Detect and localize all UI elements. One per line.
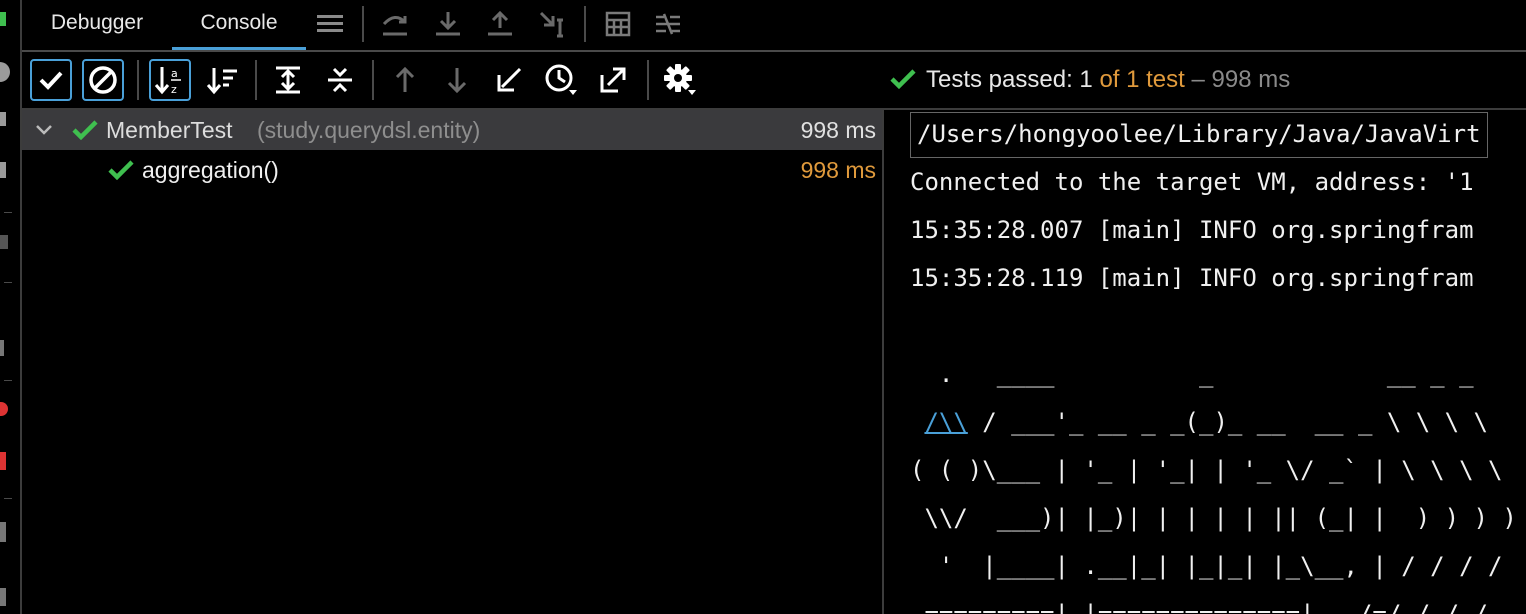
play-icon[interactable] [0, 235, 8, 249]
next-failed-test-button[interactable] [436, 59, 478, 101]
status-duration: – 998 ms [1191, 66, 1291, 93]
run-icon[interactable] [0, 12, 6, 26]
test-runner-toolbar: az Tests passed: 1 of 1 test – 998 ms [22, 52, 1526, 110]
sort-alphabetically-button[interactable]: az [149, 59, 191, 101]
strip-divider [4, 380, 12, 381]
test-status: Tests passed: 1 of 1 test – 998 ms [890, 52, 1290, 108]
tree-row-aggregation[interactable]: aggregation() 998 ms [22, 150, 882, 190]
import-tests-icon [497, 67, 522, 92]
banner-line: \\/ ___)| |_)| | | | | || (_| | ) ) ) ) [910, 504, 1517, 532]
banner-line-rest: / ___'_ __ _ _(_)_ __ __ _ \ \ \ \ [967, 408, 1488, 436]
mute-breakpoints-icon[interactable] [0, 452, 6, 470]
test-results-tree: MemberTest (study.querydsl.entity) 998 m… [22, 110, 882, 614]
export-icon [600, 67, 626, 93]
show-passed-button[interactable] [30, 59, 72, 101]
banner-line: =========|_|==============|___/=/_/_/_/ [910, 600, 1488, 614]
test-duration: 998 ms [800, 117, 876, 143]
import-tests-button[interactable] [488, 59, 530, 101]
stop-icon[interactable] [0, 62, 10, 82]
rerun-icon[interactable] [0, 112, 6, 126]
console-link[interactable]: /\\ [924, 408, 967, 436]
tab-debugger[interactable]: Debugger [22, 0, 172, 50]
svg-text:a: a [171, 67, 178, 80]
settings-icon [664, 64, 696, 95]
run-to-cursor-icon[interactable] [537, 8, 569, 40]
banner-line: ( ( )\___ | '_ | '_| | '_ \/ _` | \ \ \ … [910, 456, 1503, 484]
next-failed-icon [447, 68, 467, 94]
pass-check-icon [72, 120, 98, 140]
toolbar-separator [137, 60, 139, 100]
status-total: of 1 test [1099, 66, 1185, 93]
banner-line: ' |____| .__|_| |_|_| |_\__, | / / / / [910, 552, 1503, 580]
breakpoint-icon[interactable] [0, 402, 8, 416]
pause-icon[interactable] [0, 340, 4, 356]
show-ignored-icon [89, 66, 117, 94]
test-duration: 998 ms [800, 157, 876, 183]
tree-row-member-test[interactable]: MemberTest (study.querydsl.entity) 998 m… [22, 110, 882, 150]
settings-icon[interactable] [0, 588, 6, 606]
test-settings-button[interactable] [659, 59, 701, 101]
strip-divider [4, 498, 12, 499]
toolbar-separator [255, 60, 257, 100]
toolbar-separator [584, 6, 586, 42]
step-into-icon[interactable] [432, 8, 464, 40]
sort-by-duration-button[interactable] [202, 59, 244, 101]
resume-icon[interactable] [0, 162, 6, 178]
step-out-icon[interactable] [484, 8, 516, 40]
trace-icon[interactable] [652, 8, 684, 40]
console-line: 15:35:28.007 [main] INFO org.springfram [910, 216, 1474, 244]
left-tool-strip [0, 0, 22, 614]
history-icon [545, 64, 577, 95]
strip-divider [4, 282, 12, 283]
expand-all-icon [276, 66, 300, 94]
console-line: 15:35:28.119 [main] INFO org.springfram [910, 264, 1474, 292]
toolbar-separator [362, 6, 364, 42]
toolbar-separator [647, 60, 649, 100]
pass-check-icon [890, 69, 916, 90]
step-over-icon[interactable] [379, 8, 411, 40]
show-ignored-button[interactable] [82, 59, 124, 101]
show-passed-icon [39, 71, 63, 90]
sort-alpha-icon: az [154, 67, 181, 96]
status-passed-count: Tests passed: 1 [926, 66, 1093, 93]
test-history-button[interactable] [540, 59, 582, 101]
banner-line: /\\ / ___'_ __ _ _(_)_ __ __ _ \ \ \ \ [910, 398, 1488, 446]
prev-failed-icon [395, 66, 415, 92]
toolbar-separator [372, 60, 374, 100]
test-class-name: MemberTest [106, 117, 233, 143]
sort-duration-icon [207, 68, 237, 95]
svg-text:z: z [171, 83, 177, 96]
console-line: Connected to the target VM, address: '1 [910, 168, 1474, 196]
evaluate-icon[interactable] [602, 8, 634, 40]
console-line: /Users/hongyoolee/Library/Java/JavaVirt [910, 112, 1488, 158]
test-method-name: aggregation() [142, 157, 279, 183]
tab-console[interactable]: Console [172, 0, 306, 50]
console-output[interactable]: /Users/hongyoolee/Library/Java/JavaVirt … [884, 110, 1526, 614]
expand-all-button[interactable] [267, 59, 309, 101]
chevron-down-icon[interactable] [36, 124, 52, 136]
export-results-button[interactable] [592, 59, 634, 101]
banner-line: . ____ _ __ _ _ [910, 360, 1474, 388]
test-package: (study.querydsl.entity) [257, 117, 481, 143]
strip-divider [4, 212, 12, 213]
debug-tab-bar: Debugger Console [22, 0, 1526, 52]
collapse-all-icon [328, 67, 352, 93]
pass-check-icon [108, 160, 134, 180]
previous-failed-test-button[interactable] [384, 59, 426, 101]
camera-icon[interactable] [0, 522, 6, 542]
menu-icon[interactable] [314, 8, 346, 40]
collapse-all-button[interactable] [319, 59, 361, 101]
